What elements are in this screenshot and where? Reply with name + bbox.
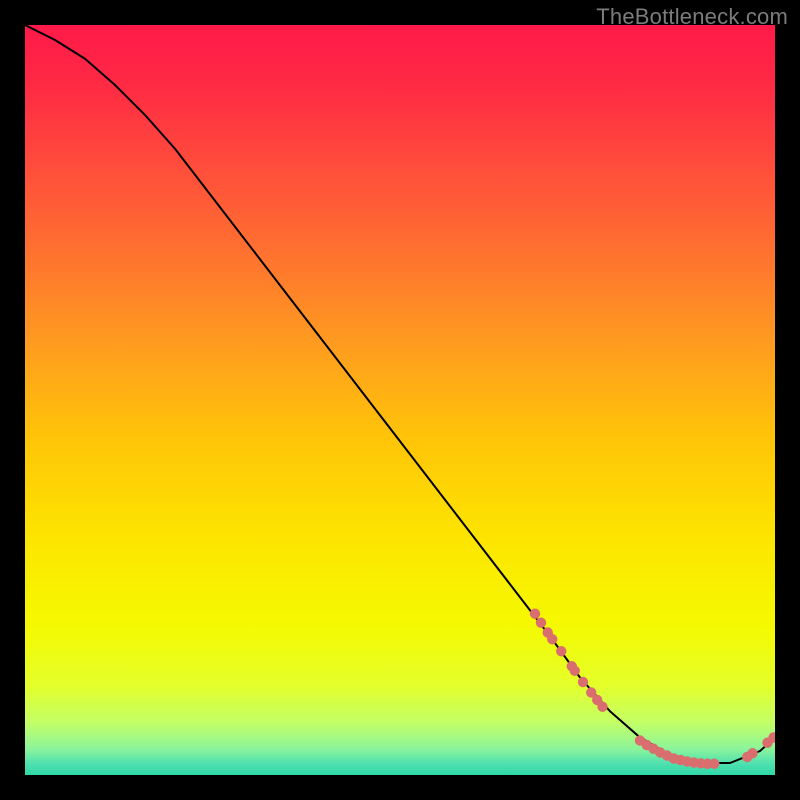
data-point — [570, 666, 580, 676]
chart-svg — [25, 25, 775, 775]
chart-plot — [25, 25, 775, 775]
data-point — [536, 618, 546, 628]
gradient-background — [25, 25, 775, 775]
data-point — [556, 646, 566, 656]
data-point — [547, 634, 557, 644]
data-point — [597, 702, 607, 712]
data-point — [709, 759, 719, 769]
data-point — [578, 677, 588, 687]
data-point — [530, 609, 540, 619]
watermark-text: TheBottleneck.com — [596, 4, 788, 30]
data-point — [747, 748, 757, 758]
chart-container: TheBottleneck.com — [0, 0, 800, 800]
